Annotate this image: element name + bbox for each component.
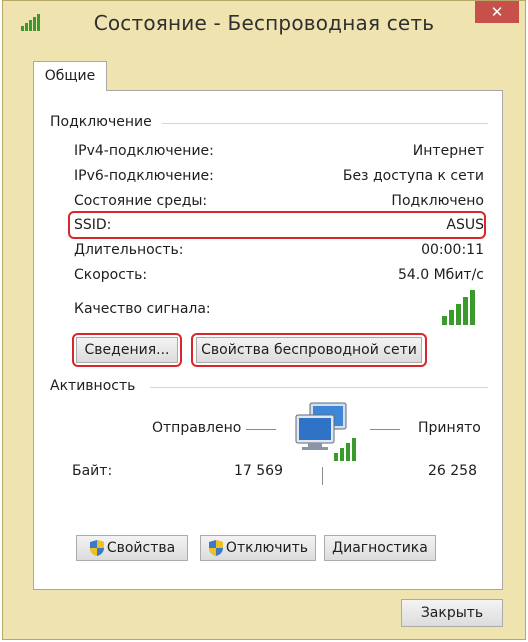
activity-group-title: Активность xyxy=(50,378,142,394)
bytes-sent-value: 17 569 xyxy=(234,463,283,479)
properties-button[interactable]: Свойства xyxy=(76,535,188,561)
disable-button[interactable]: Отключить xyxy=(200,535,316,561)
signal-quality-label: Качество сигнала: xyxy=(74,301,211,317)
info-label: Длительность: xyxy=(74,242,184,258)
tab-panel-general: Подключение IPv4-подключение: Интернет I… xyxy=(33,90,503,590)
window-title: Состояние - Беспроводная сеть xyxy=(93,11,435,35)
info-row-ssid: SSID: ASUS xyxy=(74,213,484,237)
status-window: Состояние - Беспроводная сеть ✕ Общие По… xyxy=(2,0,526,640)
disable-button-label: Отключить xyxy=(225,540,309,556)
info-value: Интернет xyxy=(412,143,484,159)
connection-group-title: Подключение xyxy=(50,114,158,130)
info-value: ASUS xyxy=(446,217,484,233)
info-row-speed: Скорость: 54.0 Мбит/с xyxy=(74,263,484,287)
close-window-button[interactable]: ✕ xyxy=(475,1,519,23)
info-value: Без доступа к сети xyxy=(342,168,484,184)
close-button[interactable]: Закрыть xyxy=(401,599,503,627)
info-label: Скорость: xyxy=(74,267,148,283)
signal-strength-icon xyxy=(442,290,475,325)
tab-general[interactable]: Общие xyxy=(33,61,107,91)
bytes-received-value: 26 258 xyxy=(428,463,477,479)
sent-line xyxy=(246,429,276,430)
info-label: Состояние среды: xyxy=(74,193,208,209)
info-row-duration: Длительность: 00:00:11 xyxy=(74,238,484,262)
info-value: 00:00:11 xyxy=(421,242,484,258)
info-label: IPv6-подключение: xyxy=(74,168,214,184)
received-line xyxy=(370,429,400,430)
info-value: Подключено xyxy=(391,193,484,209)
bytes-label: Байт: xyxy=(72,463,113,479)
shield-icon xyxy=(208,540,223,556)
group-divider xyxy=(162,123,488,124)
properties-button-label: Свойства xyxy=(106,540,176,556)
info-label: IPv4-подключение: xyxy=(74,143,214,159)
shield-icon xyxy=(89,540,104,556)
info-value: 54.0 Мбит/с xyxy=(397,267,484,283)
wireless-properties-button[interactable]: Свойства беспроводной сети xyxy=(196,337,422,363)
activity-divider xyxy=(322,467,323,485)
group-divider xyxy=(150,387,488,388)
details-button[interactable]: Сведения... xyxy=(76,337,178,363)
received-label: Принято xyxy=(418,420,481,436)
info-label: SSID: xyxy=(74,217,112,233)
info-row-media-state: Состояние среды: Подключено xyxy=(74,189,484,213)
info-row-ipv4: IPv4-подключение: Интернет xyxy=(74,139,484,163)
sent-label: Отправлено xyxy=(152,420,242,436)
network-computers-icon xyxy=(295,402,356,461)
title-bar: Состояние - Беспроводная сеть ✕ xyxy=(3,1,525,45)
info-row-ipv6: IPv6-подключение: Без доступа к сети xyxy=(74,164,484,188)
diagnostics-button[interactable]: Диагностика xyxy=(324,535,436,561)
